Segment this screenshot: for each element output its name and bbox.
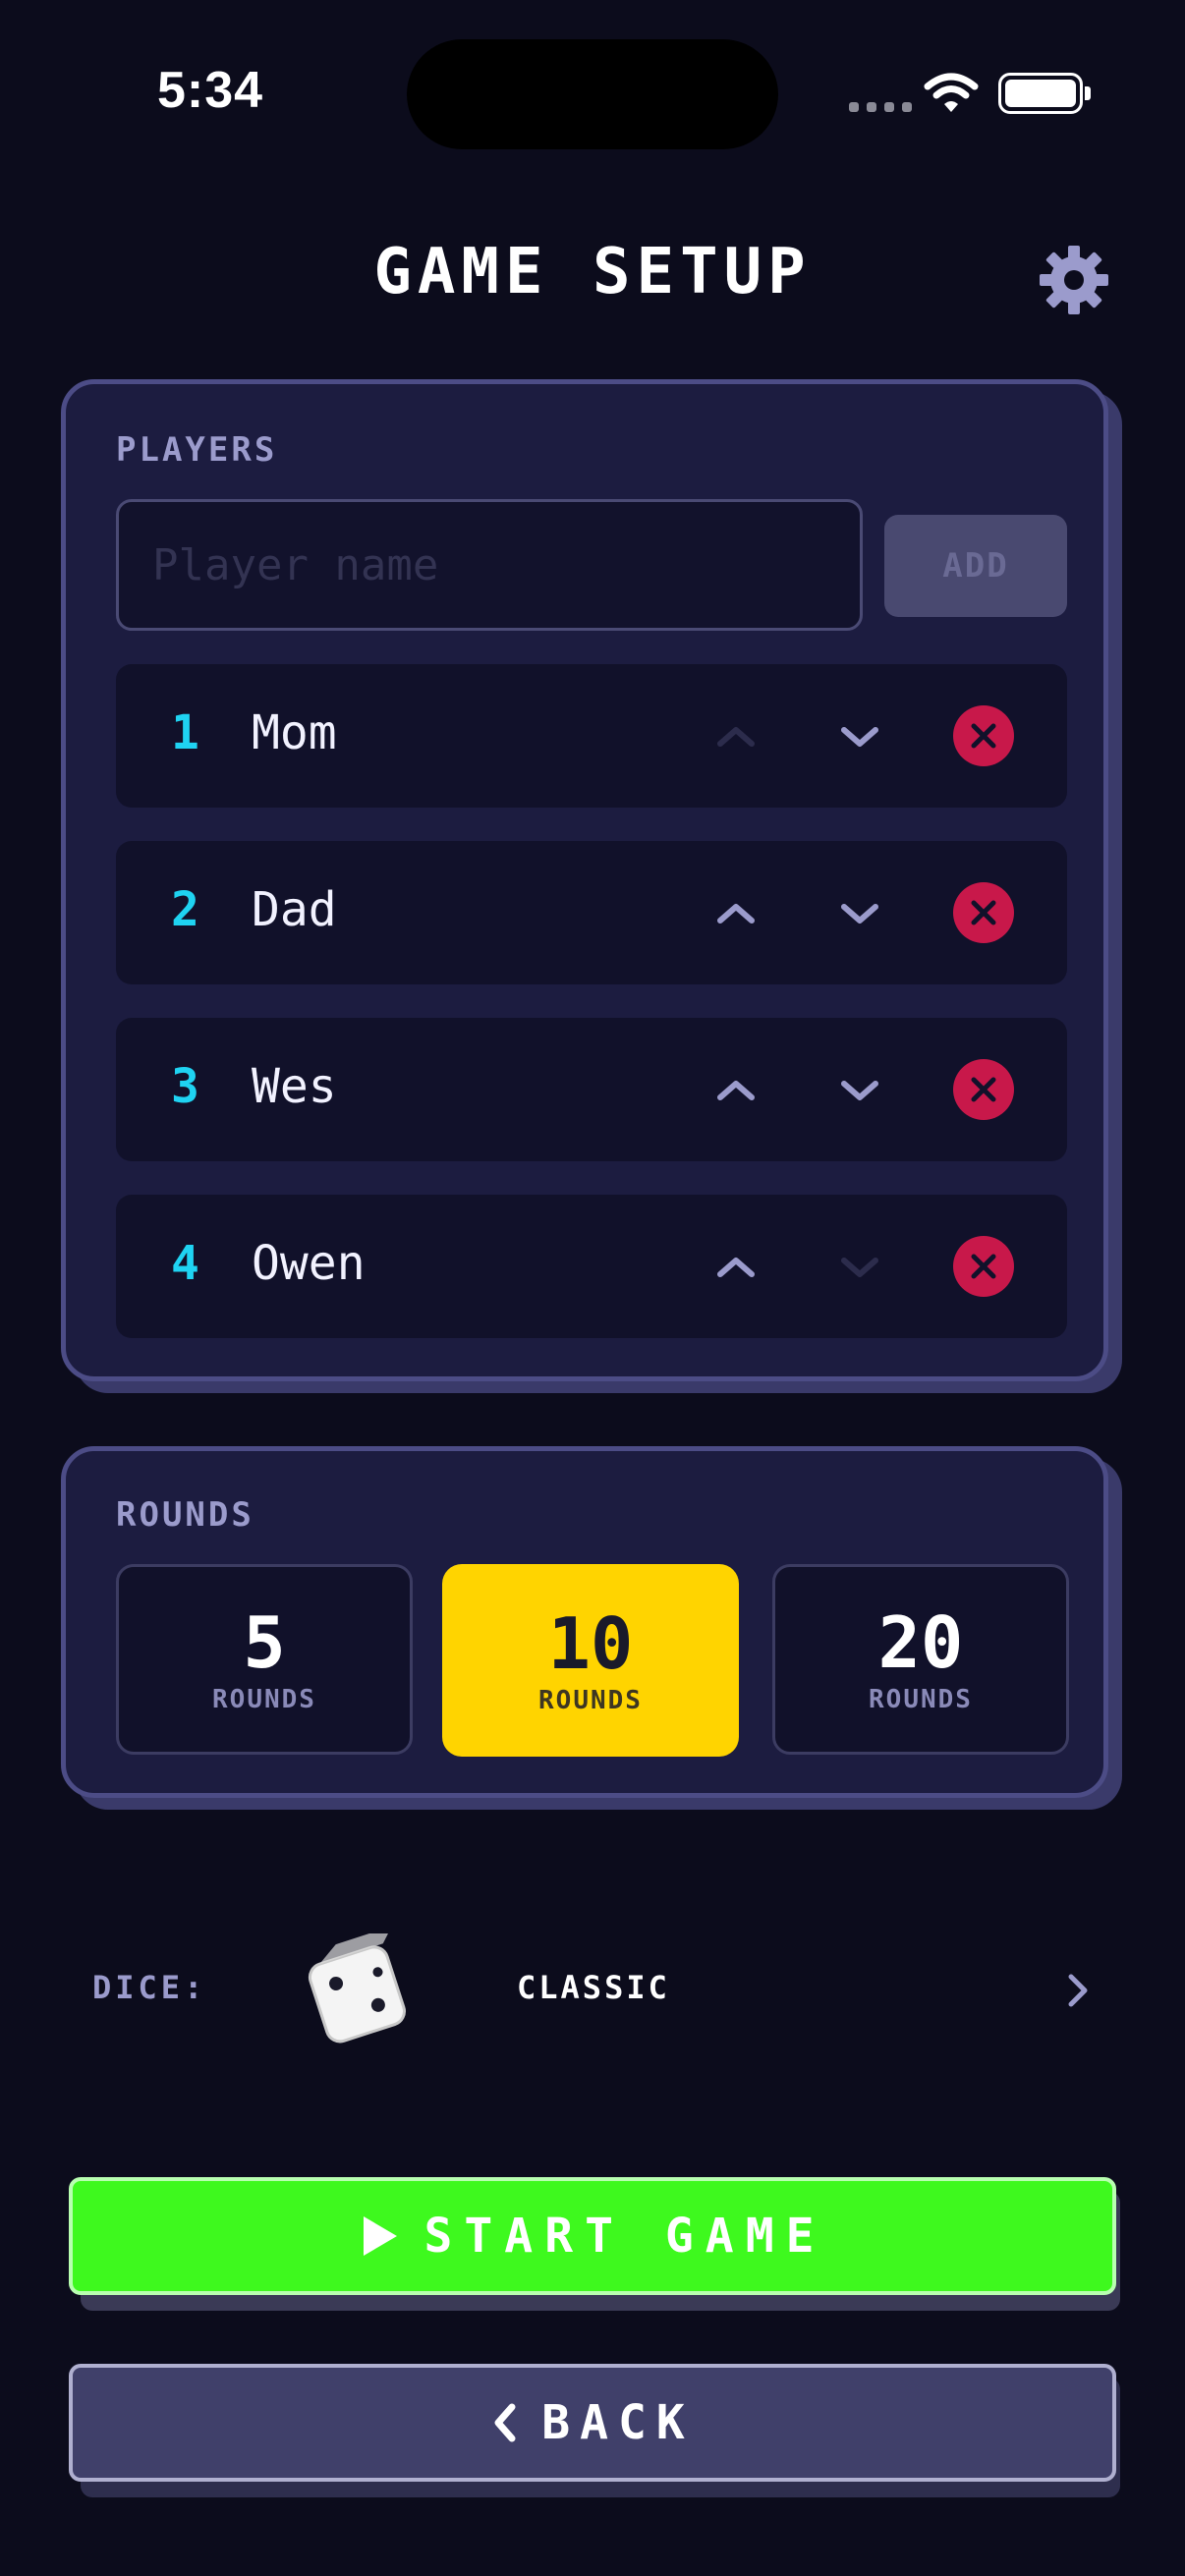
dice-label: DICE: — [92, 1969, 207, 2006]
rounds-option-5[interactable]: 5 ROUNDS — [116, 1564, 413, 1755]
move-up-button[interactable] — [702, 701, 770, 770]
battery-icon — [998, 73, 1083, 114]
back-button[interactable]: BACK — [69, 2364, 1116, 2482]
chevron-down-icon — [841, 904, 878, 924]
player-name: Wes — [252, 1059, 337, 1114]
close-icon — [971, 1077, 996, 1102]
dynamic-island — [407, 39, 778, 149]
player-row: 4 Owen — [116, 1195, 1067, 1338]
close-icon — [971, 900, 996, 925]
round-value: 20 — [877, 1601, 964, 1684]
round-word: ROUNDS — [869, 1685, 973, 1714]
chevron-down-icon — [841, 1081, 878, 1100]
rounds-option-20[interactable]: 20 ROUNDS — [772, 1564, 1069, 1755]
play-icon — [363, 2216, 397, 2256]
remove-player-button[interactable] — [953, 1236, 1014, 1297]
round-value: 5 — [243, 1601, 286, 1684]
player-name: Dad — [252, 882, 337, 937]
status-time: 5:34 — [157, 62, 264, 119]
chevron-up-icon — [717, 904, 755, 924]
wifi-icon — [924, 73, 979, 112]
chevron-up-icon — [717, 1081, 755, 1100]
remove-player-button[interactable] — [953, 705, 1014, 766]
chevron-down-icon — [841, 727, 878, 747]
chevron-up-icon — [717, 727, 755, 747]
gear-icon[interactable] — [1038, 244, 1110, 316]
player-number: 1 — [171, 705, 199, 760]
move-up-button[interactable] — [702, 1055, 770, 1124]
rounds-section-label: ROUNDS — [116, 1495, 254, 1535]
player-name: Owen — [252, 1236, 366, 1291]
dice-name[interactable]: CLASSIC — [517, 1969, 670, 2006]
player-row: 2 Dad — [116, 841, 1067, 984]
player-row: 3 Wes — [116, 1018, 1067, 1161]
dice-icon[interactable] — [301, 1933, 419, 2051]
move-down-button[interactable] — [825, 1055, 894, 1124]
move-down-button[interactable] — [825, 701, 894, 770]
rounds-option-10[interactable]: 10 ROUNDS — [442, 1564, 739, 1757]
add-player-button[interactable]: ADD — [884, 515, 1067, 617]
player-number: 2 — [171, 882, 199, 937]
cellular-signal-icon — [849, 102, 912, 112]
page-title: GAME SETUP — [373, 236, 812, 308]
round-word: ROUNDS — [538, 1686, 643, 1715]
move-up-button[interactable] — [702, 1232, 770, 1301]
player-row: 1 Mom — [116, 664, 1067, 808]
close-icon — [971, 1254, 996, 1279]
start-game-label: START GAME — [423, 2209, 826, 2264]
battery-tip — [1085, 86, 1091, 100]
chevron-down-icon — [841, 1258, 878, 1277]
move-up-button[interactable] — [702, 878, 770, 947]
move-down-button[interactable] — [825, 1232, 894, 1301]
player-name: Mom — [252, 705, 337, 760]
chevron-left-icon — [494, 2403, 516, 2442]
chevron-right-icon[interactable] — [1063, 1971, 1093, 2010]
move-down-button[interactable] — [825, 878, 894, 947]
start-game-button[interactable]: START GAME — [69, 2177, 1116, 2295]
round-value: 10 — [547, 1602, 634, 1685]
player-name-input[interactable] — [116, 499, 863, 631]
close-icon — [971, 723, 996, 749]
round-word: ROUNDS — [212, 1685, 316, 1714]
back-label: BACK — [541, 2395, 695, 2450]
remove-player-button[interactable] — [953, 1059, 1014, 1120]
player-number: 3 — [171, 1059, 199, 1114]
players-section-label: PLAYERS — [116, 430, 278, 470]
chevron-up-icon — [717, 1258, 755, 1277]
player-number: 4 — [171, 1236, 199, 1291]
remove-player-button[interactable] — [953, 882, 1014, 943]
